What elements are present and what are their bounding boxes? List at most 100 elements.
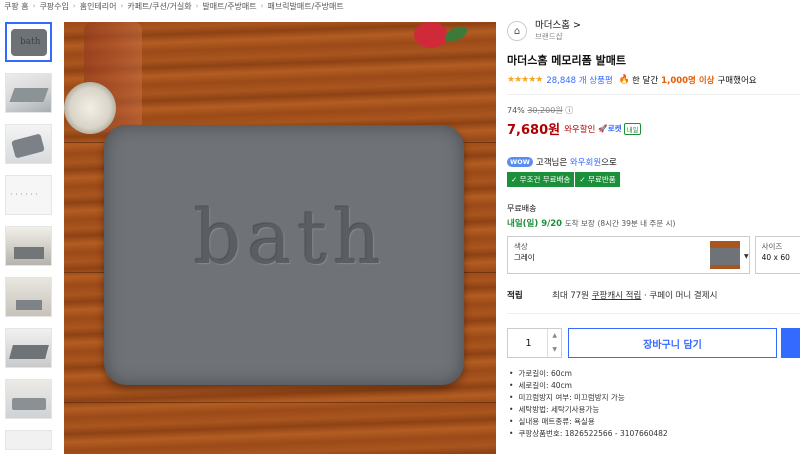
benefit-badges: ✓ 무조건 무료배송 ✓ 무료반품 [507,172,800,187]
spec-item: 실내용 매트종류: 욕실용 [509,416,800,428]
rocket-delivery-badge: 🚀로켓 [598,124,622,133]
add-to-cart-button[interactable]: 장바구니 담기 [568,328,777,358]
cash-text: 최대 77원 쿠팡캐시 적립 · 쿠페이 머니 결제시 [552,289,717,301]
size-option-select[interactable]: 사이즈 40 x 60 [754,236,800,274]
spec-item: 미끄럼방지 여부: 미끄럼방지 가능 [509,392,800,404]
breadcrumb-item[interactable]: 카페트/쿠션/거실화 [127,1,191,12]
wow-badge: WOW [507,157,533,167]
cash-suffix: · 쿠페이 머니 결제시 [644,291,718,301]
chevron-right-icon: › [260,2,264,10]
discount-rate: 74% [507,106,525,115]
quantity-stepper[interactable]: 1 ▲ ▼ [507,328,563,358]
breadcrumb-item[interactable]: 쿠팡 홈 [4,1,29,12]
thumbnail-8[interactable] [5,379,52,419]
wow-prefix: 고객님은 [535,158,568,168]
breadcrumb: 쿠팡 홈 › 쿠팡수입 › 홈인테리어 › 카페트/쿠션/거실화 › 발매트/주방매트 ›… [4,0,344,12]
thumbnail-9[interactable] [5,430,52,450]
candle [64,82,116,134]
color-swatch-image [710,241,740,269]
breadcrumb-item[interactable]: 홈인테리어 [80,1,117,12]
thumbnail-3[interactable] [5,124,52,164]
chevron-right-icon: › [72,2,76,10]
product-info-panel: ⌂ 마더스홈 > 브랜드샵 마더스홈 메모리폼 발매트 ★★★★★ 28,848… [507,18,800,440]
price-row: 7,680원 와우할인 🚀로켓 내일 [507,119,800,138]
thumbnail-2[interactable] [5,73,52,113]
dropdown-arrow-icon: ▼ [744,253,749,260]
arrival-date: 내일(일) 9/20 [507,219,563,229]
brand-shop-link[interactable]: ⌂ 마더스홈 > 브랜드샵 [507,18,800,44]
coupang-cash-link[interactable]: 쿠팡캐시 적립 [592,291,642,301]
chevron-right-icon: › [120,2,124,10]
order-cutoff: (8시간 39분 내 주문 시) [597,219,676,228]
wow-member-row: WOW 고객님은 와우회원 으로 [507,156,800,168]
purchase-suffix: 구매했어요 [717,76,757,86]
chevron-right-icon: › [195,2,199,10]
leaf [442,23,470,45]
thumbnail-4[interactable] [5,175,52,215]
review-count-link[interactable]: 28,848 개 상품평 [546,74,612,86]
arrival-guarantee: 도착 보장 [564,219,595,228]
divider [507,94,800,95]
purchase-prefix: 한 달간 [632,76,659,86]
buy-now-button[interactable] [780,328,800,358]
star-rating-icon[interactable]: ★★★★★ [507,75,543,85]
size-option-value: 40 x 60 [761,253,790,262]
spec-item: 세로길이: 40cm [509,380,800,392]
thumbnail-5[interactable] [5,226,52,266]
increment-icon[interactable]: ▲ [548,329,561,343]
color-option-value: 그레이 [514,253,535,262]
brand-text: 마더스홈 > 브랜드샵 [535,20,581,42]
info-icon[interactable]: ⓘ [565,106,573,115]
decrement-icon[interactable]: ▼ [548,343,561,357]
breadcrumb-item[interactable]: 패브릭발매트/주방매트 [267,1,343,12]
chevron-right-icon: > [573,20,581,31]
thumbnail-mat-text: bath [20,37,41,47]
flower [414,22,448,48]
wow-discount-label: 와우할인 [564,124,596,135]
bath-mat: bath [104,125,464,385]
thumbnail-7[interactable] [5,328,52,368]
fire-icon: 🔥 [618,75,630,85]
home-icon: ⌂ [507,21,527,41]
thumbnail-6[interactable] [5,277,52,317]
mat-embossed-text: bath [194,195,387,281]
delivery-date: 내일(일) 9/20 도착 보장 (8시간 39분 내 주문 시) [507,217,800,229]
purchase-count: 1,000명 이상 [661,76,715,86]
wow-suffix: 으로 [601,158,617,168]
free-return-badge: ✓ 무료반품 [575,172,620,187]
thumbnail-1[interactable]: bath [5,22,52,62]
rating-row: ★★★★★ 28,848 개 상품평 🔥 한 달간 1,000명 이상 구매했어… [507,74,800,86]
breadcrumb-item[interactable]: 발매트/주방매트 [202,1,256,12]
wood-plank-line [64,402,496,403]
spec-item: 쿠팡상품번호: 1826522566 - 3107660482 [509,428,800,440]
tomorrow-badge: 내일 [623,122,642,135]
original-price: 30,200원 [527,106,563,115]
divider [507,313,800,314]
spec-item: 세탁방법: 세탁기사용가능 [509,404,800,416]
quantity-buttons: ▲ ▼ [547,329,561,357]
size-option-label: 사이즈 [761,242,783,251]
cash-label: 적립 [507,291,523,301]
cart-row: 1 ▲ ▼ 장바구니 담기 [507,328,800,358]
cash-reward-row: 적립 최대 77원 쿠팡캐시 적립 · 쿠페이 머니 결제시 [507,289,800,301]
brand-subtitle: 브랜드샵 [535,32,563,41]
thumbnail-image: bath [11,29,47,56]
color-option-label: 색상 [514,242,528,251]
option-selectors: 색상 그레이 ▼ 사이즈 40 x 60 [507,236,800,274]
discount-row: 74% 30,200원 ⓘ [507,105,800,116]
spec-list: 가로길이: 60cm 세로길이: 40cm 미끄럼방지 여부: 미끄럼방지 가능… [507,368,800,440]
shipping-title: 무료배송 [507,204,537,213]
free-shipping-badge: ✓ 무조건 무료배송 [507,172,575,187]
breadcrumb-item[interactable]: 쿠팡수입 [39,1,68,12]
cash-amount: 최대 77원 [552,291,589,301]
brand-name: 마더스홈 > [535,20,581,31]
product-title: 마더스홈 메모리폼 발매트 [507,54,626,67]
sale-price: 7,680원 [507,123,561,138]
wow-member-link[interactable]: 와우회원 [570,156,601,168]
color-option-select[interactable]: 색상 그레이 ▼ [507,236,750,274]
quantity-value: 1 [525,337,532,349]
main-product-image: bath [64,22,496,454]
spec-item: 가로길이: 60cm [509,368,800,380]
thumbnail-list: bath [5,22,53,461]
chevron-right-icon: › [32,2,36,10]
